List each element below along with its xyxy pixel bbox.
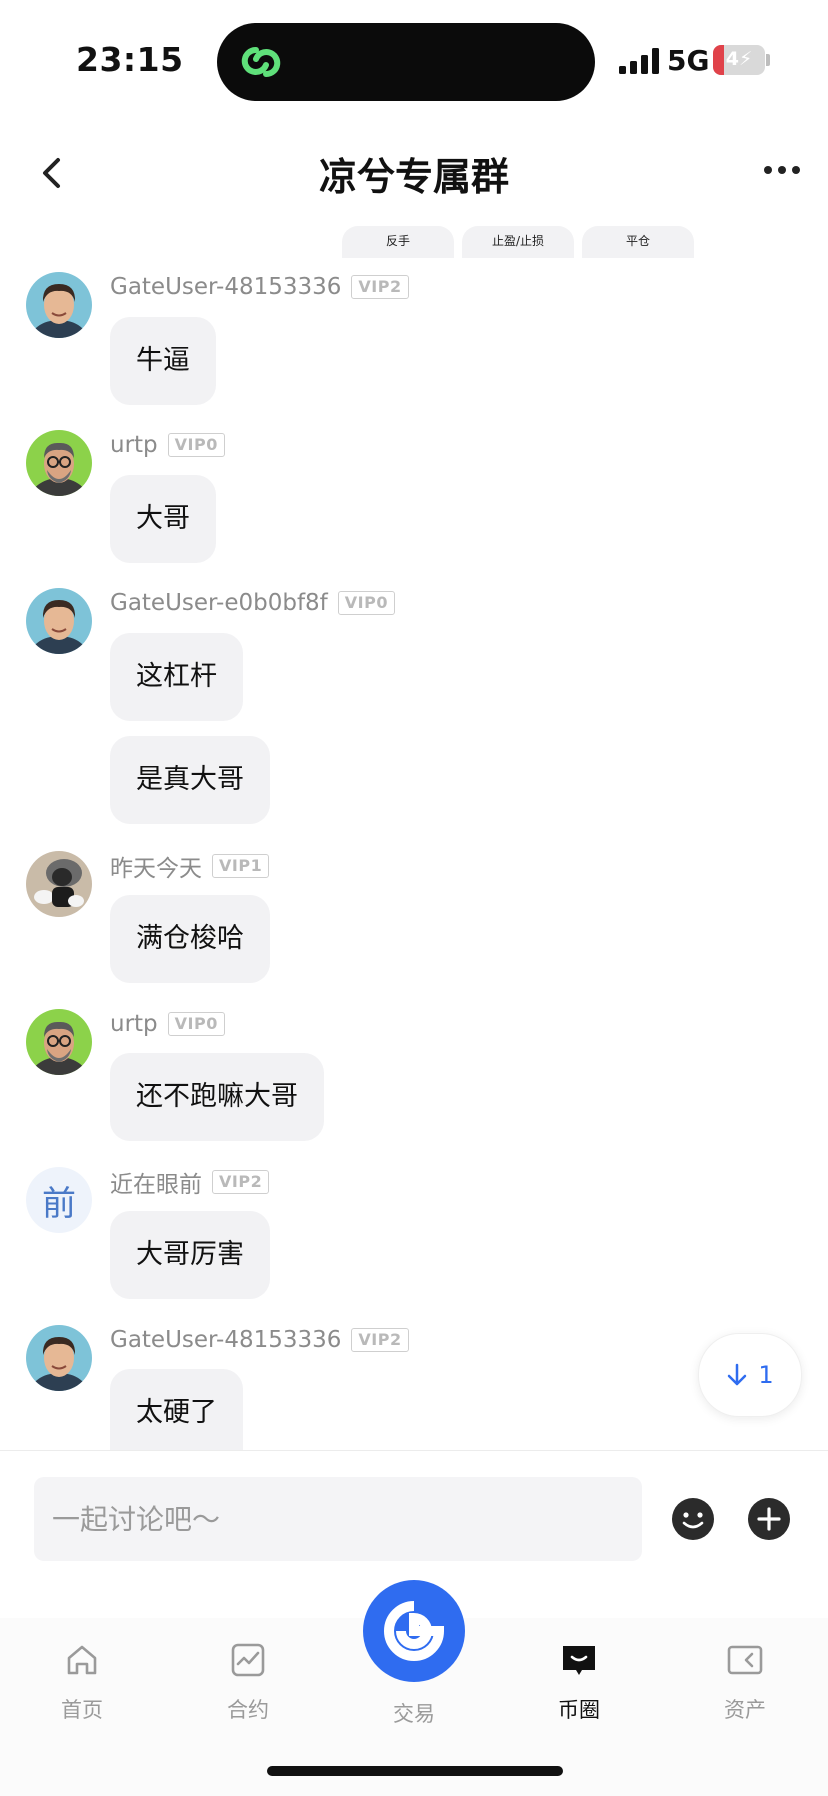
vip-badge: VIP0 [167,1012,225,1036]
vip-badge: VIP2 [351,1328,409,1352]
message-bubble[interactable]: 还不跑嘛大哥 [110,1053,324,1141]
contract-chart-icon [231,1643,265,1677]
message-bubble[interactable]: 是真大哥 [110,736,270,824]
battery-level: 4⚡ [725,48,753,70]
tab-label: 合约 [227,1698,269,1722]
avatar[interactable] [26,430,92,496]
avatar[interactable] [26,588,92,654]
emoji-icon[interactable] [671,1497,715,1541]
message-bubble[interactable]: 这杠杆 [110,633,243,721]
user-avatar-image [26,430,92,496]
avatar[interactable] [26,1325,92,1391]
vip-badge: VIP1 [212,854,270,878]
arrow-down-icon [728,1363,747,1386]
username[interactable]: 昨天今天 [110,849,202,883]
username[interactable]: GateUser-48153336 [110,274,341,300]
page-title: 凉兮专属群 [318,155,509,199]
message-header: GateUser-48153336 VIP2 [110,1325,409,1355]
tab-home[interactable]: 首页 [27,1640,137,1724]
avatar-text: 前 [42,1183,76,1224]
home-indicator [267,1766,563,1776]
user-avatar-image [26,272,92,338]
username[interactable]: GateUser-e0b0bf8f [110,590,328,616]
avatar[interactable] [26,851,92,917]
chat-bubble-icon [563,1646,595,1675]
trade-logo-icon [384,1601,445,1661]
vip-badge: VIP0 [167,433,225,457]
username[interactable]: urtp [110,432,158,458]
vip-badge: VIP0 [337,591,395,615]
message-header: urtp VIP0 [110,430,225,460]
message-bubble[interactable]: 大哥厉害 [110,1211,270,1299]
avatar[interactable]: 前 [26,1167,92,1233]
more-options-icon[interactable] [758,158,806,182]
trade-button[interactable] [363,1580,465,1682]
scroll-to-new-button[interactable]: 1 [698,1333,802,1417]
user-avatar-image [26,1325,92,1391]
wallet-icon [727,1645,763,1675]
signal-icon [619,48,661,74]
tab-label: 首页 [61,1698,103,1722]
dynamic-island [217,23,595,101]
message-bubble[interactable]: 大哥 [110,475,216,563]
action-chip-close[interactable]: 平仓 [582,226,694,258]
message-header: 近在眼前 VIP2 [110,1165,270,1199]
avatar[interactable] [26,1009,92,1075]
username[interactable]: 近在眼前 [110,1165,202,1199]
home-icon [67,1645,97,1675]
user-avatar-image [26,851,92,917]
message-input[interactable] [34,1477,642,1561]
username[interactable]: urtp [110,1011,158,1037]
new-message-count: 1 [758,1361,774,1389]
user-avatar-image [26,1009,92,1075]
divider [0,1450,828,1451]
network-type: 5G [667,44,710,77]
status-time: 23:15 [76,40,184,79]
message-header: GateUser-48153336 VIP2 [110,272,409,302]
tab-contract[interactable]: 合约 [193,1640,303,1724]
message-header: GateUser-e0b0bf8f VIP0 [110,588,395,618]
message-bubble[interactable]: 太硬了 [110,1369,243,1451]
tab-label[interactable]: 交易 [363,1698,465,1728]
status-bar: 23:15 5G 4⚡ [0,0,828,110]
message-header: urtp VIP0 [110,1009,225,1039]
tab-community[interactable]: 币圈 [524,1640,634,1724]
avatar[interactable] [26,272,92,338]
action-chip-reverse[interactable]: 反手 [342,226,454,258]
vip-badge: VIP2 [212,1170,270,1194]
username[interactable]: GateUser-48153336 [110,1327,341,1353]
add-icon[interactable] [747,1497,791,1541]
user-avatar-image [26,588,92,654]
battery-tip [766,54,770,66]
battery-icon: 4⚡ [713,45,765,75]
tab-label: 币圈 [558,1698,600,1722]
message-bubble[interactable]: 满仓梭哈 [110,895,270,983]
vip-badge: VIP2 [351,275,409,299]
message-bubble[interactable]: 牛逼 [110,317,216,405]
tab-label: 资产 [724,1698,766,1722]
message-header: 昨天今天 VIP1 [110,849,270,883]
tab-assets[interactable]: 资产 [690,1640,800,1724]
link-app-icon [241,46,281,78]
action-chip-tp-sl[interactable]: 止盈/止损 [462,226,574,258]
